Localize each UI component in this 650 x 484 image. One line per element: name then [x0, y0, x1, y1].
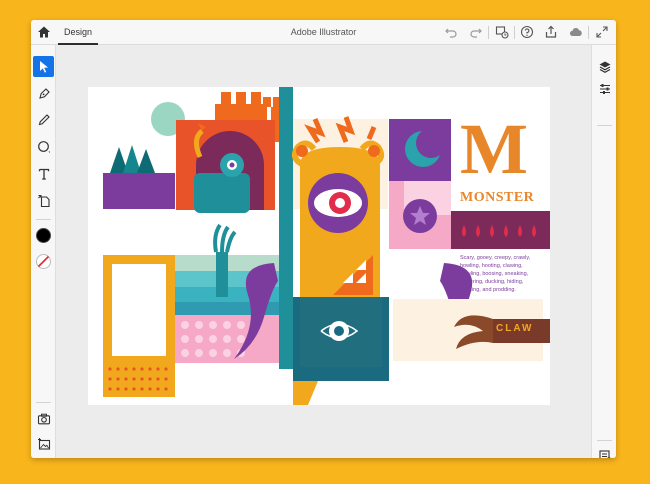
type-icon — [38, 168, 49, 180]
layers-button[interactable] — [594, 56, 615, 77]
pen-tool[interactable] — [33, 83, 54, 104]
place-image-tool[interactable] — [33, 190, 54, 211]
tools-divider — [36, 402, 51, 403]
panel-divider — [597, 125, 612, 126]
undo-icon[interactable] — [444, 25, 458, 39]
headline-word: MONSTER — [460, 190, 535, 205]
body-copy-line: howling, hooting, clawing, — [460, 263, 523, 269]
app-window: Design Adobe Illustrator M MONSTER Scary… — [31, 20, 616, 458]
properties-panel — [591, 45, 616, 458]
help-icon[interactable] — [520, 25, 534, 39]
title-bar: Design Adobe Illustrator — [31, 20, 616, 45]
tab-design[interactable]: Design — [58, 20, 99, 45]
body-copy-line: peeking, and prodding. — [460, 287, 516, 293]
toolbar-divider — [488, 26, 489, 39]
arrow-pointer-icon — [39, 61, 48, 73]
fill-color-swatch[interactable] — [33, 225, 54, 246]
image-import-icon — [37, 437, 50, 450]
artboard[interactable]: M MONSTER Scary, gooey, creepy, crawly, … — [88, 87, 550, 405]
toolbar-divider — [588, 26, 589, 39]
body-copy-line: Scary, gooey, creepy, crawly, — [460, 255, 531, 261]
camera-icon — [37, 413, 50, 424]
stroke-color-swatch[interactable] — [33, 251, 54, 272]
shape-tool[interactable] — [33, 136, 54, 157]
tools-divider — [36, 219, 51, 220]
tools-panel — [31, 45, 56, 458]
selection-tool[interactable] — [33, 56, 54, 77]
redo-icon[interactable] — [469, 25, 483, 39]
properties-button[interactable] — [594, 78, 615, 99]
no-stroke-icon — [36, 254, 51, 269]
pencil-tool[interactable] — [33, 109, 54, 130]
version-history-icon[interactable] — [495, 25, 509, 39]
body-copy-line: slithering, ducking, hiding, — [460, 279, 524, 285]
artboard-settings-button[interactable] — [594, 445, 615, 458]
home-icon[interactable] — [37, 25, 51, 39]
fullscreen-icon[interactable] — [595, 25, 609, 39]
headline-letter: M — [460, 109, 528, 189]
import-image-tool[interactable] — [33, 433, 54, 454]
document-settings-icon — [598, 449, 611, 458]
layers-icon — [599, 61, 610, 73]
body-copy-line: mauling, boosing, sneaking, — [460, 271, 529, 277]
cloud-icon[interactable] — [569, 25, 583, 39]
panel-divider — [597, 440, 612, 441]
capture-tool[interactable] — [33, 408, 54, 429]
toolbar-divider — [514, 26, 515, 39]
pencil-icon — [38, 113, 50, 125]
place-icon — [37, 194, 50, 207]
type-tool[interactable] — [33, 163, 54, 184]
canvas-area[interactable]: M MONSTER Scary, gooey, creepy, crawly, … — [56, 45, 591, 458]
sliders-icon — [599, 83, 610, 94]
body-copy: Scary, gooey, creepy, crawly, howling, h… — [460, 254, 548, 294]
share-icon[interactable] — [544, 25, 558, 39]
ellipse-icon — [37, 140, 50, 153]
claw-label: CLAW — [496, 323, 534, 334]
pen-icon — [38, 87, 50, 99]
